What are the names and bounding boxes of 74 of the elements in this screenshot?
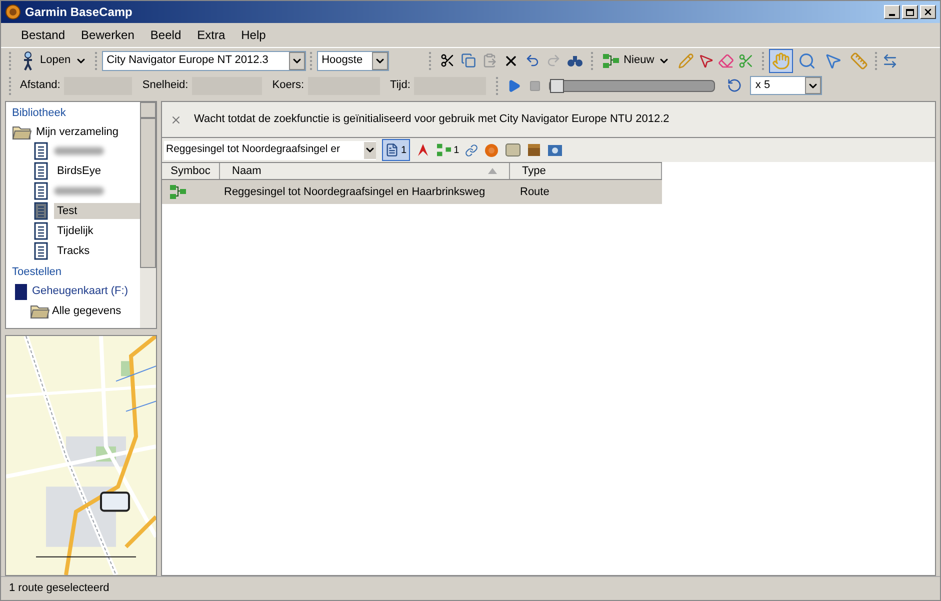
table-row[interactable]: Reggesingel tot Noordegraafsingel en Haarbrinksweg Route [162, 180, 662, 204]
menu-item[interactable]: Bewerken [73, 26, 142, 44]
new-button[interactable]: Nieuw [598, 52, 674, 69]
repeat-icon[interactable] [727, 78, 742, 93]
route-icon [168, 184, 188, 200]
tree-item[interactable]: Tracks [54, 242, 140, 260]
document-icon [34, 222, 48, 240]
binoculars-icon[interactable] [566, 54, 583, 68]
hand-tool-button[interactable] [769, 48, 794, 72]
tree-item[interactable]: Tijdelijk [54, 222, 140, 240]
close-icon [923, 7, 933, 17]
zoom-icon [798, 52, 816, 70]
waypoint-flag-icon[interactable] [416, 143, 430, 157]
document-icon [34, 202, 48, 220]
tree-item[interactable]: BirdsEye [54, 162, 140, 180]
undo-button[interactable] [524, 53, 540, 68]
section-heading: Toestellen [12, 265, 63, 280]
measure-label: Koers: [271, 78, 306, 94]
document-icon [34, 182, 48, 200]
app-logo-icon [5, 4, 21, 20]
route-icon [602, 52, 620, 68]
speed-select[interactable]: x 5 [750, 76, 822, 95]
pointer-icon [824, 52, 842, 70]
table-cell-text: Reggesingel tot Noordegraafsingel en Haarbrinksweg [223, 184, 486, 200]
route-icon [436, 143, 452, 157]
menu-item[interactable]: Help [233, 26, 274, 44]
lists-filter-button[interactable]: 1 [382, 139, 410, 161]
detail-select[interactable]: Hoogste [316, 50, 389, 70]
map-product-select[interactable]: City Navigator Europe NT 2012.3 [102, 50, 306, 70]
tree-item[interactable]: Alle gegevens [52, 302, 122, 319]
column-header[interactable]: Symboc [162, 163, 220, 179]
document-icon [34, 242, 48, 260]
close-button[interactable] [920, 5, 936, 19]
measure-label: Snelheid: [141, 78, 190, 94]
maximize-button[interactable] [902, 5, 918, 19]
window-title: Garmin BaseCamp [25, 4, 134, 21]
document-icon [34, 162, 48, 180]
photo-icon[interactable] [547, 143, 564, 157]
cut-button[interactable] [440, 53, 455, 68]
menu-item[interactable]: Bestand [13, 26, 74, 44]
sort-arrow-icon [488, 168, 497, 174]
document-icon [34, 142, 48, 160]
scrollbar[interactable] [140, 102, 156, 328]
slider-thumb[interactable] [550, 78, 564, 92]
folder-icon [30, 302, 50, 319]
column-header[interactable]: Naam [220, 163, 510, 179]
tree-item[interactable]: Test [54, 202, 140, 220]
play-button[interactable] [507, 78, 522, 92]
copy-button[interactable] [460, 53, 476, 68]
hand-icon [772, 52, 790, 70]
playback-slider[interactable] [549, 80, 716, 92]
tree-item[interactable]: Mijn verzameling [36, 124, 119, 140]
tree-item[interactable]: Geheugenkaart (F:) [32, 283, 128, 300]
menu-item[interactable]: Beeld [142, 26, 190, 44]
status-text: 1 route geselecteerd [9, 581, 110, 596]
notice-text: Wacht totdat de zoekfunctie is geïnitialiseerd voor gebruik met City Navigator Europe NTU 2012.2 [194, 112, 670, 128]
chest-icon[interactable] [527, 143, 542, 157]
ruler-icon [850, 52, 868, 70]
close-icon[interactable] [170, 114, 182, 126]
menu-item[interactable]: Extra [189, 26, 234, 44]
measure-label: Tijd: [389, 78, 412, 94]
activity-dropdown[interactable]: Lopen [16, 50, 91, 70]
folder-icon [12, 124, 32, 140]
minimize-button[interactable] [884, 5, 900, 19]
measure-label: Afstand: [19, 78, 62, 94]
filter-select[interactable]: Reggesingel tot Noordegraafsingel er [164, 140, 376, 160]
device-icon[interactable] [505, 143, 522, 157]
document-icon [385, 143, 399, 157]
section-heading: Bibliotheek [12, 106, 67, 121]
transfer-icon[interactable] [882, 52, 898, 68]
column-header[interactable]: Type [510, 163, 662, 179]
routes-filter-button[interactable]: 1 [436, 142, 460, 158]
eraser-icon[interactable] [718, 52, 734, 68]
table-cell-text: Route [519, 184, 550, 200]
